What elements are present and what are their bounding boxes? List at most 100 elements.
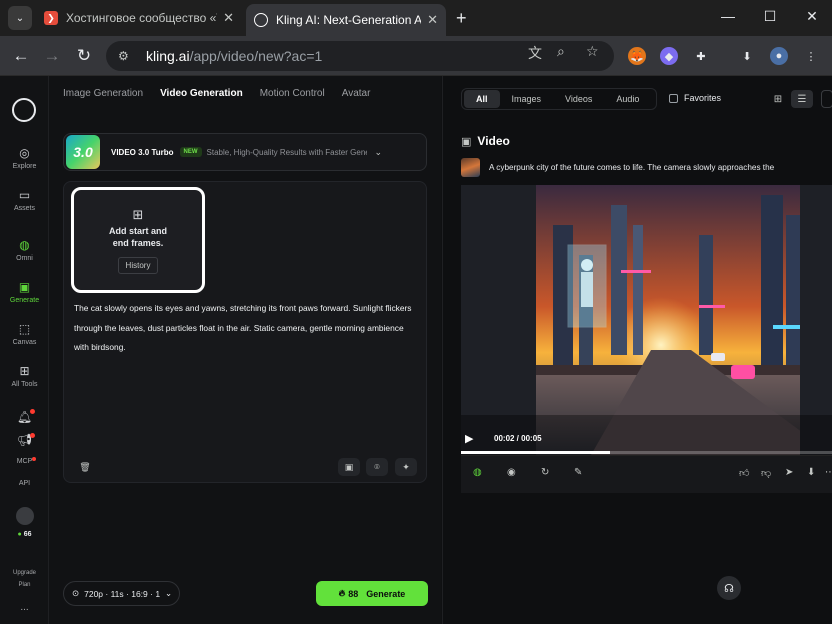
section-header: ▣ Video: [461, 134, 510, 148]
magic-enhance-icon[interactable]: ✦: [395, 458, 417, 476]
rail-item-canvas[interactable]: ⬚ Canvas: [0, 322, 49, 346]
rail-label: All Tools: [11, 381, 38, 388]
add-frames-box[interactable]: ⊞ Add start and end frames. History: [71, 187, 205, 293]
panel-toggle-icon[interactable]: [821, 90, 832, 108]
history-button[interactable]: History: [117, 257, 159, 274]
rail-item-assets[interactable]: ▭ Assets: [0, 188, 49, 212]
play-icon[interactable]: ▶: [465, 432, 473, 445]
extend-icon[interactable]: ↻: [541, 467, 549, 478]
translate-icon[interactable]: ⽂: [528, 43, 542, 63]
credits-balance[interactable]: ● 66: [0, 531, 49, 538]
credits-value: 66: [23, 531, 32, 538]
trash-icon[interactable]: 🗑︎: [74, 458, 96, 476]
tab-avatar[interactable]: Avatar: [342, 88, 371, 99]
model-selector[interactable]: 3.0 VIDEO 3.0 Turbo NEW Stable, High-Qua…: [63, 133, 427, 171]
kling-app: ◎ Explore ▭ Assets ◍ Omni ▣ Generate ⬚ C…: [0, 76, 832, 624]
rail-item-api[interactable]: API: [0, 480, 49, 487]
metamask-extension-icon[interactable]: 🦊: [628, 47, 646, 65]
browser-tab-1[interactable]: ❯ Хостинговое сообщество «Tim ✕: [36, 4, 242, 32]
tab-video-generation[interactable]: Video Generation: [160, 88, 243, 99]
upgrade-plan-button[interactable]: Upgrade Plan: [0, 567, 49, 591]
location-pin-icon[interactable]: ⌾: [366, 458, 388, 476]
thumbs-up-icon[interactable]: 👍︎: [739, 467, 749, 479]
rail-item-omni[interactable]: ◍ Omni: [0, 238, 49, 262]
extension-icon[interactable]: ◆: [660, 47, 678, 65]
tab-motion-control[interactable]: Motion Control: [260, 88, 325, 99]
filter-videos[interactable]: Videos: [553, 90, 604, 108]
kling-logo-icon[interactable]: [12, 98, 36, 122]
notifications-button[interactable]: 🔔︎: [0, 410, 49, 427]
support-button[interactable]: ☊: [717, 576, 741, 600]
forward-button[interactable]: →: [42, 46, 62, 66]
rail-item-explore[interactable]: ◎ Explore: [0, 146, 49, 170]
video-settings-button[interactable]: ⊙ 720p · 11s · 16:9 · 1 ⌄: [63, 581, 180, 606]
announcements-button[interactable]: 📢︎: [0, 433, 49, 450]
new-tab-button[interactable]: +: [456, 8, 467, 29]
rail-item-mcp[interactable]: MCP: [0, 458, 49, 465]
download-icon[interactable]: ⬇: [738, 47, 756, 65]
list-view-icon[interactable]: ☰: [791, 90, 813, 108]
rail-item-generate[interactable]: ▣ Generate: [0, 280, 49, 304]
share-icon[interactable]: ➤: [785, 467, 793, 478]
extensions-puzzle-icon[interactable]: ✚: [692, 47, 710, 65]
filter-all[interactable]: All: [464, 90, 500, 108]
rail-label: Canvas: [12, 339, 37, 346]
upgrade-label: Upgrade: [12, 570, 36, 576]
chevron-down-icon: ⌄: [15, 12, 25, 24]
user-avatar[interactable]: [16, 507, 34, 525]
filter-audio[interactable]: Audio: [604, 90, 651, 108]
more-icon[interactable]: ⋯: [825, 467, 832, 478]
tab-image-generation[interactable]: Image Generation: [63, 88, 143, 99]
rail-item-all-tools[interactable]: ⊞ All Tools: [0, 364, 49, 388]
download-icon[interactable]: ⬇: [807, 467, 815, 478]
asset-filter-tabs: All Images Videos Audio: [461, 88, 657, 110]
more-menu-icon[interactable]: ⋮: [802, 47, 820, 65]
settings-summary: 720p · 11s · 16:9 · 1: [84, 588, 161, 599]
browser-titlebar: ⌄ ❯ Хостинговое сообщество «Tim ✕ Kling …: [0, 0, 832, 36]
flame-icon: ●: [17, 531, 22, 538]
url-path: /app/video/new?ac=1: [189, 48, 323, 64]
reload-button[interactable]: ↻: [74, 46, 94, 66]
save-icon[interactable]: ▣: [338, 458, 360, 476]
video-progress-bar[interactable]: [461, 451, 832, 454]
site-info-icon[interactable]: ⚙: [118, 49, 136, 63]
omni-icon[interactable]: ◍: [473, 467, 482, 478]
video-player[interactable]: ▶ 00:02 / 00:05: [461, 185, 832, 455]
thumbs-down-icon[interactable]: 👎︎: [761, 467, 771, 479]
video-actions-bar: ◍ ◉ ↻ ✎ 👍︎ 👎︎ ➤ ⬇ ⋯: [461, 455, 832, 493]
favorites-checkbox[interactable]: Favorites: [669, 93, 721, 103]
new-badge: NEW: [179, 147, 202, 157]
browser-tab-2[interactable]: Kling AI: Next-Generation AI Cr ✕: [246, 4, 446, 36]
favorites-label: Favorites: [684, 93, 722, 103]
kling-favicon-icon: [254, 13, 268, 27]
prompt-textarea[interactable]: The cat slowly opens its eyes and yawns,…: [74, 299, 418, 358]
video-thumbnail: [461, 157, 480, 177]
browser-toolbar: ← → ↻ ⚙ kling.ai/app/video/new?ac=1 ⽂ ⌕ …: [0, 36, 832, 76]
bookmark-star-icon[interactable]: ☆: [586, 43, 599, 60]
back-button[interactable]: ←: [11, 46, 31, 66]
window-close-button[interactable]: ✕: [802, 8, 822, 25]
more-button[interactable]: ...: [0, 602, 49, 613]
generate-button[interactable]: 🔥︎ 88 Generate: [316, 581, 428, 606]
more-label: ...: [20, 602, 29, 613]
generate-cost: 88: [348, 588, 359, 599]
results-panel: All Images Videos Audio Favorites ⊞ ☰ ▣ …: [442, 76, 832, 624]
profile-avatar[interactable]: ●: [770, 47, 788, 65]
zoom-icon[interactable]: ⌕: [557, 43, 565, 60]
checkbox-box: [669, 93, 678, 103]
filter-images[interactable]: Images: [500, 90, 554, 108]
grid-view-icon[interactable]: ⊞: [767, 90, 789, 108]
minimize-button[interactable]: —: [718, 8, 738, 24]
edit-icon[interactable]: ✎: [574, 467, 582, 478]
video-progress-fill: [461, 451, 610, 454]
chevron-down-icon: ⌄: [374, 146, 383, 157]
maximize-button[interactable]: ☐: [760, 8, 780, 25]
megaphone-icon: 📢︎: [16, 433, 33, 447]
eye-icon[interactable]: ◉: [507, 467, 516, 478]
video-prompt-row[interactable]: A cyberpunk city of the future comes to …: [461, 157, 831, 177]
rail-label: Omni: [16, 255, 33, 262]
tab-search-button[interactable]: ⌄: [8, 6, 32, 30]
close-icon[interactable]: ✕: [427, 12, 438, 28]
tab-title: Kling AI: Next-Generation AI Cr: [276, 13, 422, 27]
close-icon[interactable]: ✕: [223, 10, 234, 26]
